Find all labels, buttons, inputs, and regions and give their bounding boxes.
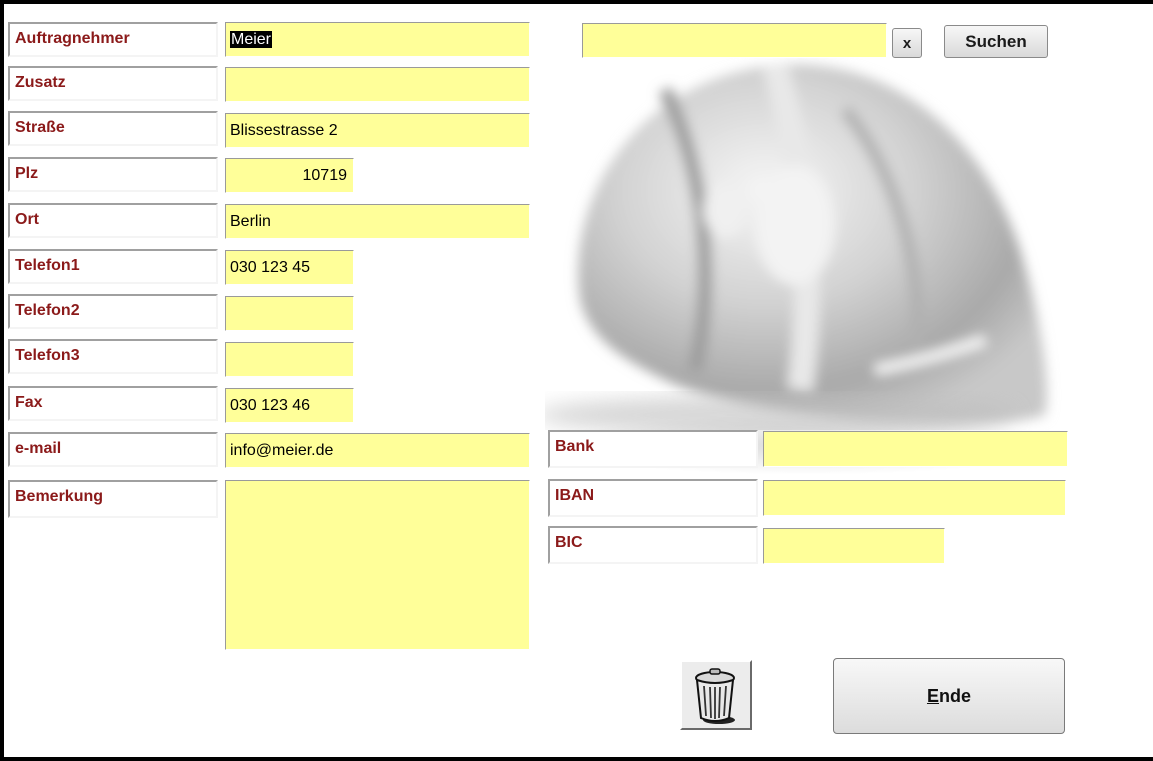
plz-field[interactable] bbox=[225, 158, 354, 193]
label-plz: Plz bbox=[8, 157, 218, 192]
ort-field[interactable] bbox=[225, 204, 530, 239]
strasse-field[interactable] bbox=[225, 113, 530, 148]
search-input[interactable] bbox=[582, 23, 887, 58]
label-zusatz: Zusatz bbox=[8, 66, 218, 101]
label-telefon2: Telefon2 bbox=[8, 294, 218, 329]
bank-field[interactable] bbox=[763, 431, 1068, 467]
bic-field[interactable] bbox=[763, 528, 945, 564]
label-fax: Fax bbox=[8, 386, 218, 421]
ende-button[interactable]: Ende bbox=[833, 658, 1065, 734]
label-telefon1: Telefon1 bbox=[8, 249, 218, 284]
auftragnehmer-value: Meier bbox=[230, 31, 273, 48]
delete-button[interactable] bbox=[680, 660, 752, 730]
label-iban: IBAN bbox=[548, 479, 758, 517]
ende-mnemonic: E bbox=[926, 685, 939, 706]
label-email: e-mail bbox=[8, 432, 218, 467]
label-bank: Bank bbox=[548, 430, 758, 468]
label-telefon3: Telefon3 bbox=[8, 339, 218, 374]
auftragnehmer-field[interactable]: Meier bbox=[225, 22, 530, 57]
label-strasse: Straße bbox=[8, 111, 218, 146]
zusatz-field[interactable] bbox=[225, 67, 530, 102]
telefon1-field[interactable] bbox=[225, 250, 354, 285]
helmet-image bbox=[545, 61, 1047, 430]
telefon3-field[interactable] bbox=[225, 342, 354, 377]
trash-icon bbox=[695, 668, 735, 724]
search-button[interactable]: Suchen bbox=[944, 25, 1048, 58]
label-bic: BIC bbox=[548, 526, 758, 564]
telefon2-field[interactable] bbox=[225, 296, 354, 331]
ende-label: nde bbox=[939, 685, 972, 706]
iban-field[interactable] bbox=[763, 480, 1066, 516]
clear-search-button[interactable]: x bbox=[892, 28, 922, 58]
email-field[interactable] bbox=[225, 433, 530, 468]
label-bemerkung: Bemerkung bbox=[8, 480, 218, 518]
label-ort: Ort bbox=[8, 203, 218, 238]
label-auftragnehmer: Auftragnehmer bbox=[8, 22, 218, 57]
fax-field[interactable] bbox=[225, 388, 354, 423]
bemerkung-field[interactable] bbox=[225, 480, 530, 650]
